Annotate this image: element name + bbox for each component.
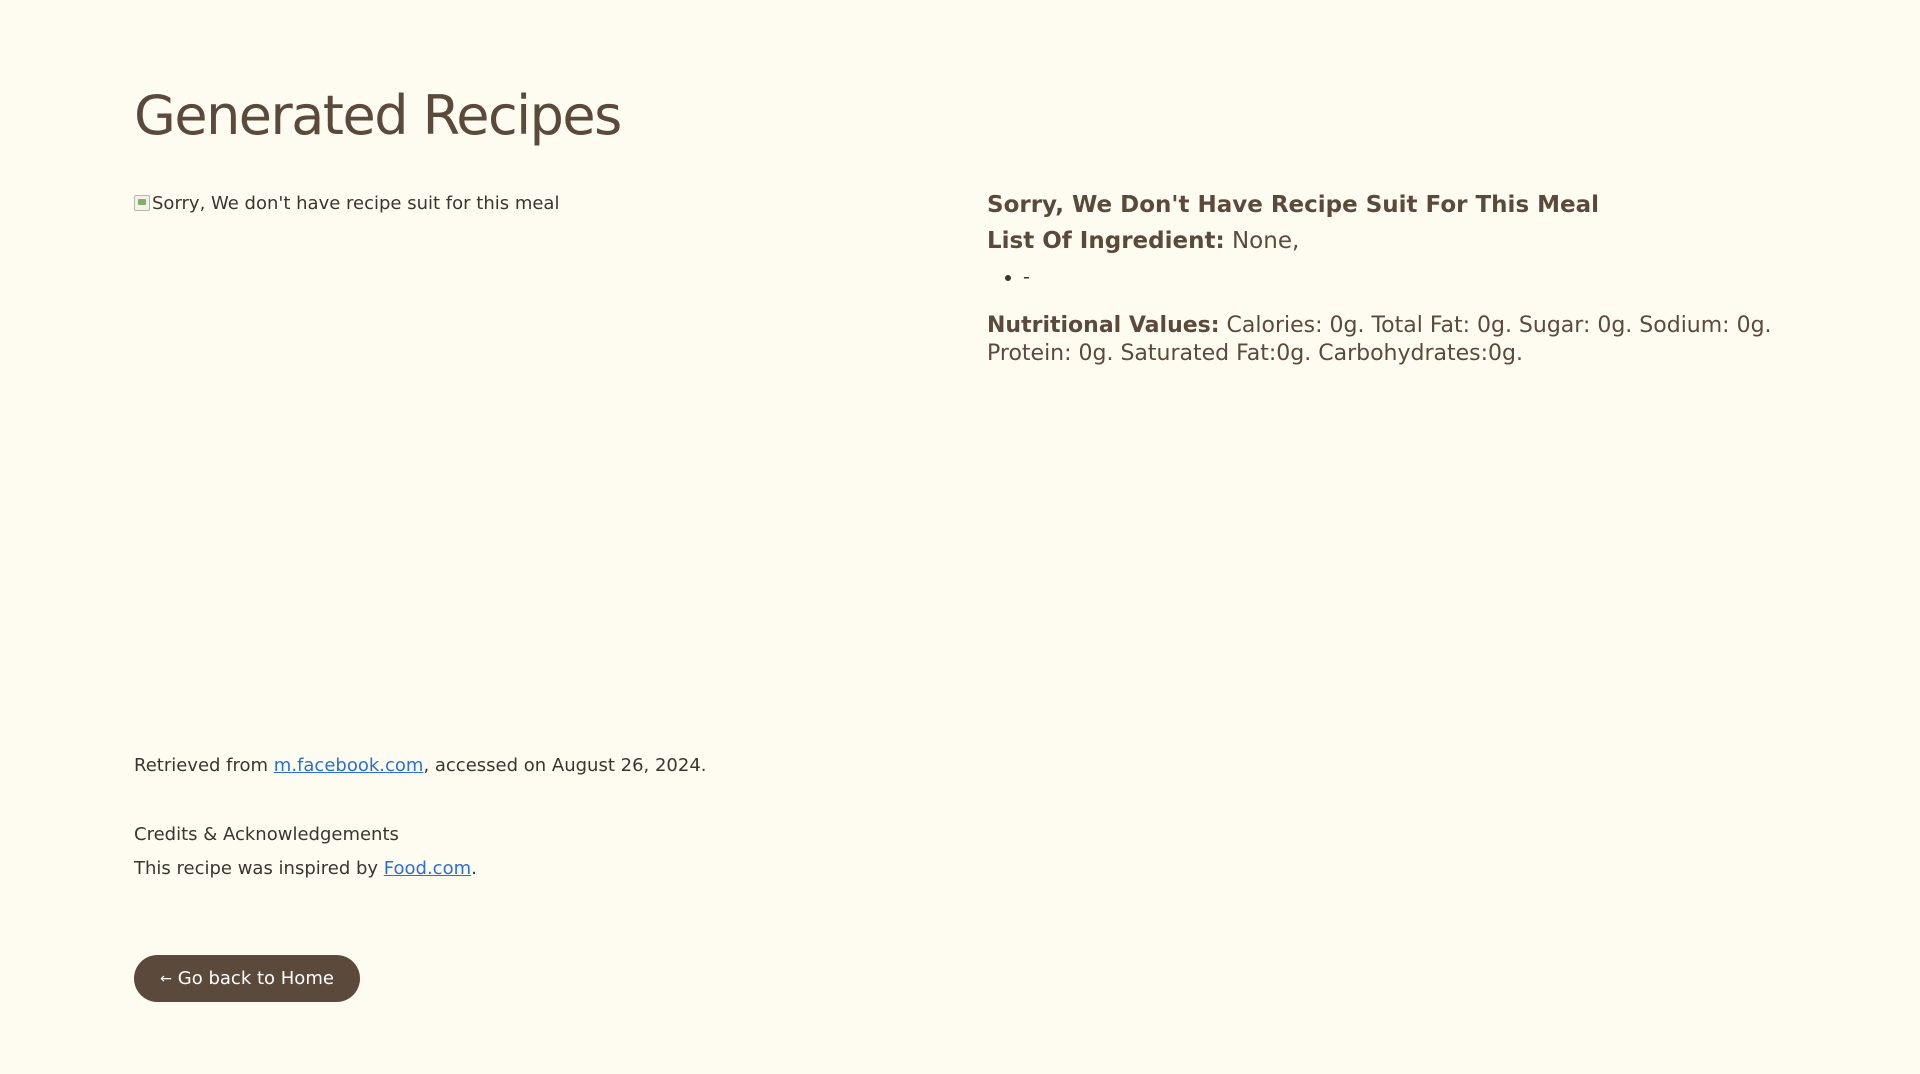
credits-text: This recipe was inspired by Food.com. [134, 855, 477, 883]
page-title: Generated Recipes [134, 84, 622, 147]
credits-suffix: . [471, 858, 477, 879]
ingredient-list: - [987, 260, 1787, 294]
home-button-label: Go back to Home [177, 968, 334, 989]
credits-heading: Credits & Acknowledgements [134, 824, 399, 845]
ingredients-line: List Of Ingredient: None, [987, 224, 1787, 258]
source-prefix: Retrieved from [134, 755, 274, 776]
list-item: - [1023, 260, 1787, 294]
source-link[interactable]: m.facebook.com [274, 755, 424, 776]
nutrition-info: Nutritional Values: Calories: 0g. Total … [987, 312, 1787, 368]
broken-image-icon [134, 195, 150, 211]
nutrition-label: Nutritional Values: [987, 313, 1220, 338]
ingredients-value: None, [1224, 228, 1300, 254]
arrow-left-icon: ← [160, 970, 172, 987]
recipe-image-alt-text: Sorry, We don't have recipe suit for thi… [152, 193, 560, 214]
recipe-details: Sorry, We Don't Have Recipe Suit For Thi… [987, 188, 1787, 368]
go-back-home-button[interactable]: ← Go back to Home [134, 955, 360, 1002]
credits-prefix: This recipe was inspired by [134, 858, 384, 879]
source-attribution: Retrieved from m.facebook.com, accessed … [134, 752, 707, 780]
source-suffix: , accessed on August 26, 2024. [423, 755, 707, 776]
recipe-title: Sorry, We Don't Have Recipe Suit For Thi… [987, 192, 1600, 218]
recipe-image: Sorry, We don't have recipe suit for thi… [134, 190, 894, 218]
ingredients-label: List Of Ingredient: [987, 228, 1225, 254]
recipe-image-area: Sorry, We don't have recipe suit for thi… [134, 190, 894, 218]
credits-link[interactable]: Food.com [384, 858, 471, 879]
